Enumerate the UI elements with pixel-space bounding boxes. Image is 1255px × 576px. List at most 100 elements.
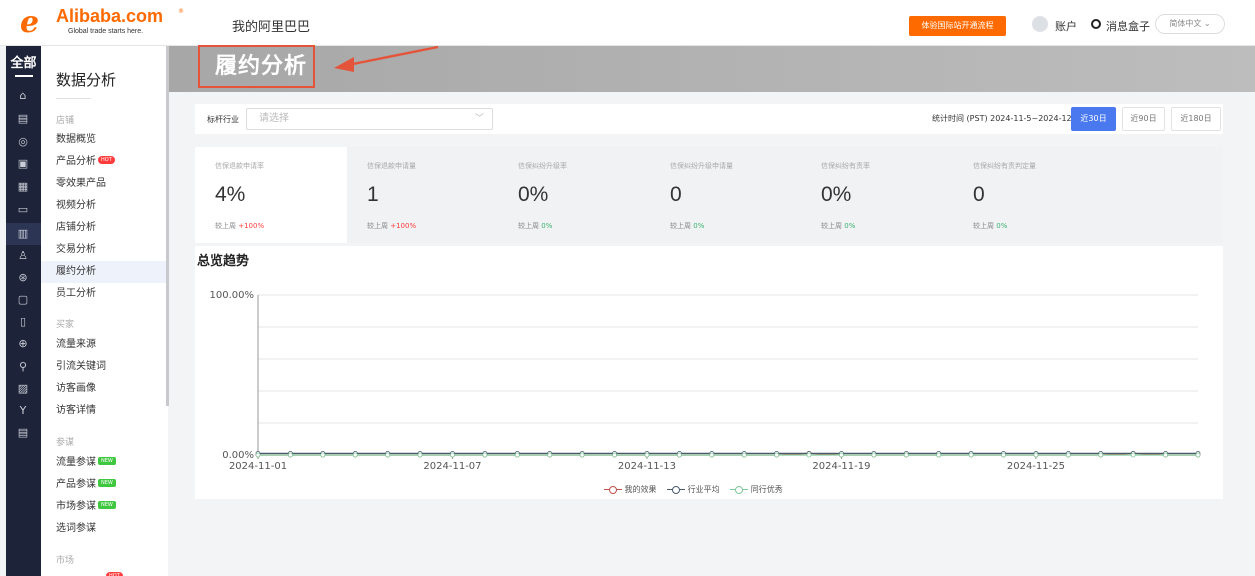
menu-group-buyer: 买家 [56, 320, 75, 330]
user-search-icon[interactable]: ⚲ [16, 361, 30, 373]
kpi-card-refund-rate[interactable]: 信保退款申请率 4% 较上周 +100% [195, 147, 347, 243]
menu-item-product-analysis[interactable]: 产品分析 HOT [56, 156, 115, 168]
menu-item-keyword-advisor[interactable]: 选词参谋 [56, 523, 96, 535]
experience-onboarding-button[interactable]: 体验国际站开通流程 [909, 16, 1006, 36]
kpi-compare-value: 0% [996, 222, 1008, 230]
range-90d-button[interactable]: 近90日 [1122, 107, 1165, 131]
trophy-icon[interactable]: Y [16, 405, 30, 417]
message-box-link[interactable]: 消息盒子 [1106, 18, 1150, 34]
data-point [1001, 452, 1006, 458]
kpi-value: 0 [973, 183, 985, 206]
top-header: e Alibaba.com Global trade starts here. … [0, 0, 1255, 46]
menu-item-product-advisor[interactable]: 产品参谋 NEW [56, 479, 116, 491]
briefcase-icon[interactable]: ▤ [16, 427, 30, 439]
new-badge: NEW [98, 501, 116, 509]
menu-item-traffic-advisor[interactable]: 流量参谋 NEW [56, 457, 116, 469]
wallet-icon[interactable]: ▨ [16, 383, 30, 395]
kpi-compare-value: +100% [238, 222, 265, 230]
hot-badge: HOT [98, 156, 115, 164]
data-point [839, 452, 844, 458]
shield-icon[interactable]: ◎ [16, 136, 30, 148]
new-badge: NEW [98, 479, 116, 487]
kpi-compare-value: 0% [844, 222, 856, 230]
data-point [741, 452, 747, 458]
menu-item-visitor-details[interactable]: 访客详情 [56, 405, 96, 417]
data-point [547, 452, 553, 458]
menu-item-zero-effect-products[interactable]: 零效果产品 [56, 178, 106, 190]
avatar[interactable] [1032, 16, 1048, 32]
menu-scrollbar[interactable] [166, 46, 169, 406]
menu-item-fulfillment-analysis[interactable]: 履约分析 [56, 266, 96, 278]
data-analysis-menu: 数据分析 店铺 数据概览 产品分析 HOT 零效果产品 视频分析 店铺分析 交易分… [41, 46, 168, 576]
kpi-compare: 较上周 0% [670, 221, 704, 231]
kpi-title: 信保纠纷升级申请量 [670, 162, 733, 170]
store-icon[interactable]: ▤ [16, 113, 30, 125]
broadcast-icon[interactable]: ⊛ [16, 272, 30, 284]
my-alibaba-link[interactable]: 我的阿里巴巴 [232, 16, 310, 35]
kpi-compare: 较上周 0% [518, 221, 552, 231]
alibaba-logo[interactable]: e Alibaba.com Global trade starts here. … [20, 6, 190, 40]
document-icon[interactable]: ▯ [16, 316, 30, 328]
data-point [936, 452, 942, 458]
range-30d-button[interactable]: 近30日 [1071, 107, 1116, 131]
media-icon[interactable]: ▦ [16, 181, 30, 193]
menu-item-staff-analysis[interactable]: 员工分析 [56, 288, 96, 300]
legend-item-my-effect[interactable]: 我的效果 [604, 485, 657, 494]
kpi-compare-value: 0% [693, 222, 705, 230]
account-link[interactable]: 账户 [1055, 18, 1077, 34]
legend-marker [667, 485, 686, 494]
menu-item-visitor-profile[interactable]: 访客画像 [56, 383, 96, 395]
legend-label: 我的效果 [624, 485, 657, 494]
range-180d-button[interactable]: 近180日 [1171, 107, 1221, 131]
data-point [871, 452, 877, 458]
customer-icon[interactable]: ♙ [16, 250, 30, 262]
page-title: 履约分析 [198, 45, 315, 88]
kpi-compare: 较上周 0% [973, 221, 1007, 231]
rail-all-underline [15, 75, 33, 77]
menu-item-traffic-source[interactable]: 流量来源 [56, 339, 96, 351]
data-point [612, 452, 617, 458]
x-tick-label: 2024-11-19 [812, 461, 870, 472]
overview-trend-chart[interactable]: 0.00% 100.00% 2024-11-01 2024-11-07 2024-11-… [195, 285, 1223, 480]
data-point [903, 452, 909, 458]
data-point [579, 452, 585, 458]
message-card-icon[interactable]: ▢ [16, 294, 30, 306]
menu-item-market-hot[interactable]: HOT [56, 572, 123, 576]
rail-all-tab[interactable]: 全部 [6, 52, 41, 71]
home-icon[interactable]: ⌂ [16, 90, 30, 102]
menu-item-video-analysis[interactable]: 视频分析 [56, 200, 96, 212]
x-tick-label: 2024-11-13 [618, 461, 676, 472]
menu-item-data-overview[interactable]: 数据概览 [56, 134, 96, 146]
product-icon[interactable]: ▣ [16, 158, 30, 170]
data-point [352, 452, 358, 458]
kpi-card-dispute-liability-rate[interactable]: 信保纠纷有责率 0% 较上周 0% [801, 147, 953, 243]
language-label: 简体中文 [1169, 19, 1202, 28]
kpi-compare-label: 较上周 [367, 222, 388, 230]
legend-item-industry-average[interactable]: 行业平均 [667, 485, 720, 494]
kpi-card-dispute-escalation-count[interactable]: 信保纠纷升级申请量 0 较上周 0% [650, 147, 802, 243]
kpi-value: 0% [821, 183, 852, 206]
kpi-compare: 较上周 +100% [367, 221, 416, 231]
finance-icon[interactable]: ⊕ [16, 338, 30, 350]
data-point [450, 452, 455, 458]
logo-mark-icon: e [20, 5, 40, 40]
kpi-card-refund-count[interactable]: 信保退款申请量 1 较上周 +100% [347, 147, 499, 243]
kpi-title: 信保纠纷升级率 [518, 162, 567, 170]
kpi-card-dispute-liability-count[interactable]: 信保纠纷有责判定量 0 较上周 0% [953, 147, 1105, 243]
data-chart-icon[interactable]: ▥ [16, 228, 30, 240]
message-icon [1091, 19, 1101, 29]
menu-item-store-analysis[interactable]: 店铺分析 [56, 222, 96, 234]
benchmark-industry-select[interactable]: 请选择 ﹀ [246, 108, 493, 130]
new-badge: NEW [98, 457, 116, 465]
kpi-card-dispute-escalation-rate[interactable]: 信保纠纷升级率 0% 较上周 0% [498, 147, 650, 243]
logo-text: Alibaba.com [56, 6, 164, 26]
legend-item-peer-excellent[interactable]: 同行优秀 [730, 485, 783, 494]
video-icon[interactable]: ▭ [16, 204, 30, 216]
menu-item-market-advisor[interactable]: 市场参谋 NEW [56, 501, 116, 513]
kpi-value: 0 [670, 183, 682, 206]
language-select[interactable]: 简体中文 ⌄ [1155, 14, 1225, 34]
menu-item-trade-analysis[interactable]: 交易分析 [56, 244, 96, 256]
logo-badge: ® [178, 8, 184, 15]
x-tick-label: 2024-11-25 [1007, 461, 1065, 472]
menu-item-traffic-keywords[interactable]: 引流关键词 [56, 361, 106, 373]
